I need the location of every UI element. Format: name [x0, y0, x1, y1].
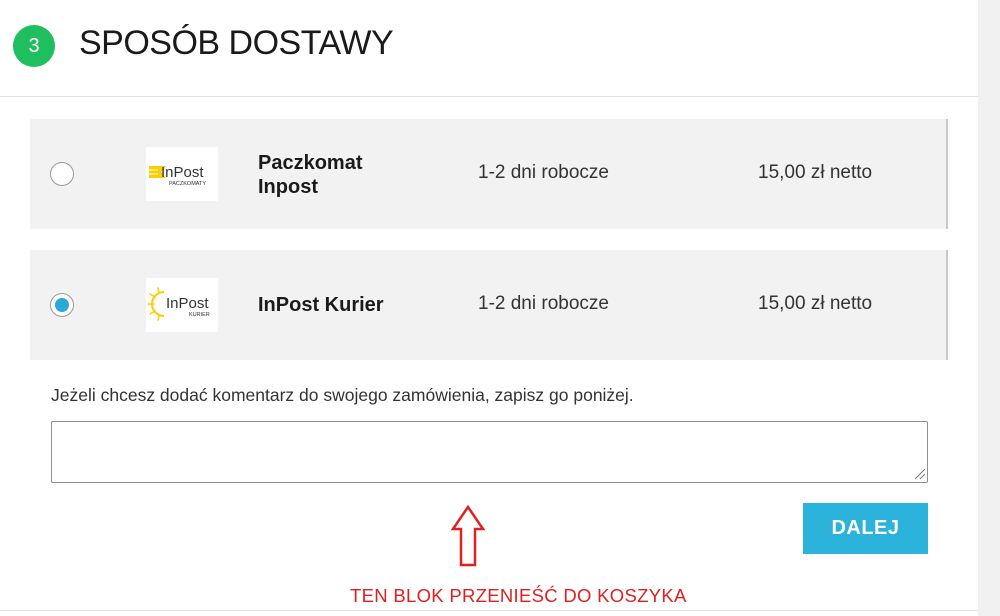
step-number: 3 [28, 34, 40, 57]
shipping-delivery-time: 1-2 dni robocze [478, 162, 609, 183]
inpost-paczkomaty-logo: InPost PACZKOMATY [146, 147, 218, 201]
annotation-note: TEN BLOK PRZENIEŚĆ DO KOSZYKA [350, 585, 687, 606]
comment-label: Jeżeli chcesz dodać komentarz do swojego… [51, 385, 634, 405]
page-edge-strip [978, 0, 1000, 616]
shipping-name: Paczkomat Inpost [258, 152, 363, 198]
inpost-kurier-logo: InPost KURIER [146, 278, 218, 332]
shipping-price: 15,00 zł netto [758, 162, 873, 183]
shipping-option-paczkomat[interactable]: InPost PACZKOMATY Paczkomat Inpost 1-2 d… [30, 119, 948, 229]
header-divider [0, 96, 978, 97]
comment-textarea[interactable] [51, 421, 928, 483]
inpost-logo-subtext: PACZKOMATY [169, 181, 206, 187]
bottom-divider [0, 610, 978, 611]
next-button[interactable]: DALEJ [803, 503, 928, 554]
resize-grip-icon[interactable] [912, 466, 926, 480]
inpost-logo-text: InPost [166, 295, 209, 312]
shipping-radio-kurier[interactable] [50, 293, 74, 317]
shipping-option-kurier[interactable]: InPost KURIER InPost Kurier 1-2 dni robo… [30, 250, 948, 360]
step-number-badge: 3 [13, 25, 55, 67]
section-title: SPOSÓB DOSTAWY [79, 24, 394, 62]
shipping-radio-paczkomat[interactable] [50, 162, 74, 186]
arrow-up-icon [450, 505, 486, 567]
shipping-delivery-time: 1-2 dni robocze [478, 293, 609, 314]
shipping-name: InPost Kurier [258, 294, 384, 316]
inpost-logo-subtext: KURIER [189, 312, 210, 318]
shipping-price: 15,00 zł netto [758, 293, 873, 314]
inpost-logo-text: InPost [161, 164, 204, 181]
